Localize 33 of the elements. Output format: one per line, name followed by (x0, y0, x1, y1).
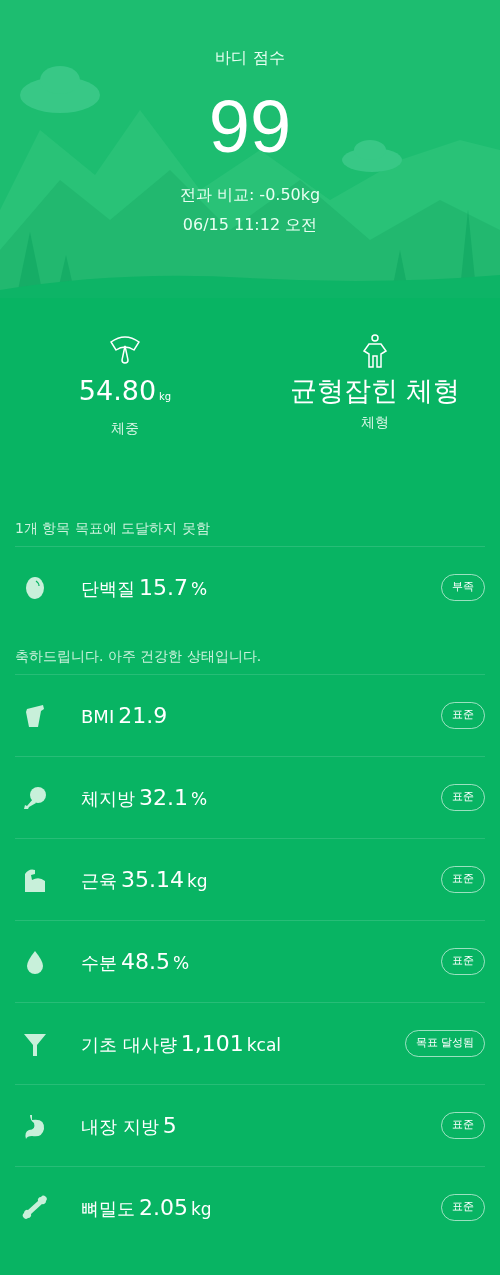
metric-value: 5 (162, 1112, 177, 1140)
measurement-time: 06/15 11:12 오전 (181, 214, 319, 236)
metric-name: 기초 대사량 (81, 1033, 177, 1057)
metric-name: 뼈밀도 (81, 1197, 135, 1221)
weight-comparison: 전과 비교: -0.50kg (178, 184, 322, 206)
metric-label: 체중 (111, 419, 139, 438)
metric-value: 48.5 (121, 948, 170, 976)
metric-value: 1,101 (180, 1030, 244, 1058)
metric-unit: % (191, 578, 208, 601)
metric-value: 32.1 (139, 784, 188, 812)
metric-unit: kg (187, 870, 208, 893)
metric-label: 체형 (361, 413, 389, 432)
metric-name: 수분 (81, 951, 117, 975)
metric-unit: kg (191, 1198, 212, 1221)
bone-icon (21, 1193, 49, 1222)
metric-unit: % (173, 952, 190, 975)
metric-value: 15.7 (139, 574, 188, 602)
body-type-value: 균형잡힌 체형 (289, 374, 461, 408)
metric-name: 단백질 (81, 577, 135, 601)
metric-name: 체지방 (81, 787, 135, 811)
metric-value: 21.9 (118, 702, 168, 730)
metric-unit: kcal (246, 1034, 282, 1057)
score-title: 바디 점수 (214, 47, 286, 69)
metric-name: BMI (81, 705, 115, 729)
section-heading: 1개 항목 목표에 도달하지 못함 (14, 518, 211, 538)
body-score: 99 (207, 90, 293, 164)
metric-value: 35.14 (121, 866, 184, 894)
metric-unit: % (191, 788, 208, 811)
metric-name: 근육 (81, 869, 117, 893)
section-heading: 축하드립니다. 아주 건강한 상태입니다. (14, 646, 263, 666)
metric-name: 내장 지방 (81, 1115, 159, 1139)
metric-value: 2.05 (139, 1194, 188, 1222)
weight-value: 54.80 kg (78, 374, 172, 408)
